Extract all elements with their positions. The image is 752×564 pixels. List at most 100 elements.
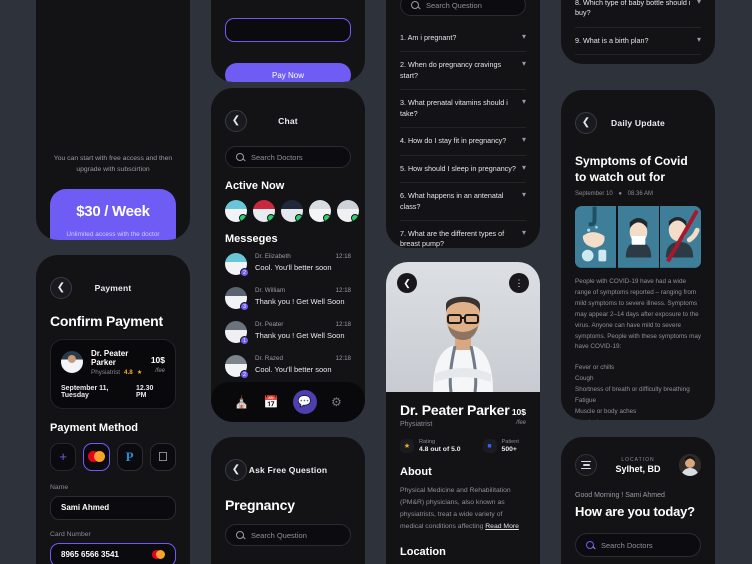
active-avatar[interactable] — [253, 200, 275, 222]
doctor-name: Dr. Peater Parker — [400, 402, 510, 418]
symptom-item: Fatigue — [575, 397, 597, 405]
appointment-price: 10$ — [150, 355, 165, 366]
patient-icon: ■ — [482, 439, 497, 453]
read-more-link[interactable]: Read More — [485, 523, 519, 530]
illustration-avoid-touch-face: Avoid touching your face — [660, 206, 701, 269]
pay-now-button[interactable]: Pay Now — [225, 63, 351, 82]
screen-home: LOCATION Sylhet, BD Good Morning ! Sami … — [561, 437, 715, 564]
message-list-item[interactable]: 1 Dr. Peater Thank you ! Get Well Soon 1… — [211, 315, 365, 349]
payment-method-apple-pay[interactable]:  — [149, 442, 176, 471]
screen-payment: ❮ Payment Confirm Payment Dr. Peater Par… — [36, 255, 190, 564]
payment-method-paypal[interactable]: P — [116, 442, 143, 471]
faq-item[interactable]: 5. How should I sleep in pregnancy? ▾ — [400, 156, 526, 184]
faq-item[interactable]: 9. What is a birth plan? ▾ — [575, 28, 701, 56]
consultation-price-unit: /fee — [515, 420, 526, 426]
faq-item[interactable]: 1. Am i pregnant? ▾ — [225, 555, 351, 564]
location-heading: Location — [400, 545, 446, 558]
calendar-icon[interactable]: 📅 — [263, 396, 278, 408]
symptom-item: Muscle or body aches — [575, 408, 637, 416]
search-question-input[interactable]: Search Question — [225, 524, 351, 546]
back-icon[interactable]: ❮ — [575, 112, 597, 134]
stat-label: Patient — [501, 439, 519, 445]
back-icon[interactable]: ❮ — [50, 277, 72, 299]
faq-question: 6. What happens in an antenatal class? — [400, 191, 504, 211]
chevron-down-icon[interactable]: ▾ — [522, 228, 526, 237]
message-sender: Dr. Elizabeth — [255, 253, 291, 260]
star-icon: ★ — [136, 369, 143, 376]
active-avatar[interactable] — [225, 200, 247, 222]
article-date: September 10 — [575, 191, 613, 198]
illustration-wash-hands: Wash your hands — [575, 206, 616, 269]
apple-icon:  — [158, 450, 168, 463]
message-sender: Dr. Razed — [255, 355, 283, 362]
article-illustration: Wash your hands Use a tissue for coughs — [575, 206, 701, 269]
chevron-down-icon[interactable]: ▾ — [522, 136, 526, 144]
home-icon[interactable]: ⛪ — [234, 396, 249, 408]
faq-question: 2. When do pregnancy cravings start? — [400, 60, 502, 80]
faq-question: 1. Am i pregnant? — [400, 33, 457, 42]
active-avatar[interactable] — [281, 200, 303, 222]
star-icon: ★ — [400, 439, 414, 453]
avatar[interactable] — [679, 454, 701, 476]
faq-item[interactable]: 8. Which type of baby bottle should i bu… — [575, 0, 701, 28]
ask-nav-bar: ❮ Ask Free Question — [211, 453, 365, 487]
back-icon[interactable]: ❮ — [397, 273, 417, 293]
location-city[interactable]: Sylhet, BD — [597, 464, 679, 474]
message-preview: Thank you ! Get Well Soon — [255, 297, 345, 306]
unread-badge: 3 — [240, 302, 249, 311]
subscription-intro: You can start with free access and then … — [53, 155, 173, 173]
search-doctors-input[interactable]: Search Doctors — [225, 146, 351, 168]
search-icon — [236, 153, 244, 161]
faq-item[interactable]: 4. How do I stay fit in pregnancy? ▾ — [400, 128, 526, 156]
chevron-down-icon[interactable]: ▾ — [697, 0, 701, 6]
symptom-item: Fever or chills — [575, 364, 615, 372]
appointment-summary-card: Dr. Peater Parker Physiatrist 4.8 ★ 10$ … — [50, 339, 176, 409]
stat-rating: ★ Rating 4.8 out of 5.0 — [400, 439, 461, 453]
search-placeholder: Search Doctors — [601, 540, 653, 550]
active-now-heading: Active Now — [225, 180, 285, 192]
message-list-item[interactable]: 2 Dr. Elizabeth Cool. You'll better soon… — [211, 247, 365, 281]
bottom-tab-bar: ⛪ 📅 💬 ⚙ — [211, 382, 365, 422]
article-meta: September 10 ● 08.36 AM — [575, 191, 654, 198]
more-options-icon[interactable]: ⋮ — [509, 273, 529, 293]
chevron-down-icon[interactable]: ▾ — [522, 33, 526, 41]
faq-item[interactable]: 1. Am i pregnant? ▾ — [400, 25, 526, 53]
chat-icon[interactable]: 💬 — [292, 390, 317, 414]
back-icon[interactable]: ❮ — [225, 110, 247, 132]
message-sender: Dr. William — [255, 287, 286, 294]
name-field[interactable]: Sami Ahmed — [50, 495, 176, 520]
unread-badge: 2 — [240, 370, 249, 379]
add-payment-method-button[interactable]: + — [50, 442, 77, 471]
chevron-down-icon[interactable]: ▾ — [697, 35, 701, 44]
message-list-item[interactable]: 3 Dr. William Thank you ! Get Well Soon … — [211, 281, 365, 315]
faq-item[interactable]: 2. When do pregnancy cravings start? ▾ — [400, 52, 526, 91]
screen-ask-free-question: ❮ Ask Free Question Pregnancy Search Que… — [211, 437, 365, 564]
faq-item[interactable]: 6. What happens in an antenatal class? ▾ — [400, 183, 526, 221]
paypal-icon: P — [125, 448, 134, 464]
search-doctors-input[interactable]: Search Doctors — [575, 533, 701, 557]
card-number-field[interactable]: 8965 6566 3541 — [50, 542, 176, 564]
settings-icon[interactable]: ⚙ — [331, 396, 342, 408]
active-avatar[interactable] — [337, 200, 359, 222]
faq-item[interactable]: 7. What are the different types of breas… — [400, 221, 526, 248]
stat-value: 4.8 out of 5.0 — [419, 446, 461, 453]
payment-method-mastercard[interactable] — [83, 442, 110, 471]
chevron-down-icon[interactable]: ▾ — [522, 60, 526, 68]
chevron-down-icon[interactable]: ▾ — [522, 163, 526, 172]
active-avatar[interactable] — [309, 200, 331, 222]
stat-patient: ■ Patient 500+ — [482, 439, 519, 453]
plan-price: $30 / Week — [76, 203, 150, 221]
chevron-down-icon[interactable]: ▾ — [522, 191, 526, 199]
menu-icon[interactable] — [575, 454, 597, 476]
faq-item[interactable]: 3. What prenatal vitamins should i take?… — [400, 90, 526, 129]
message-time: 12:18 — [335, 355, 351, 362]
message-preview: Cool. You'll better soon — [255, 263, 332, 272]
card-number-field[interactable]: x — [225, 18, 351, 42]
search-question-input[interactable]: Search Question — [400, 0, 526, 16]
faq-question: 8. Which type of baby bottle should i bu… — [575, 0, 691, 18]
plan-card-weekly[interactable]: $30 / Week Unlimited access with the doc… — [50, 189, 176, 240]
screen-daily-update: ❮ Daily Update Symptoms of Covid to watc… — [561, 90, 715, 420]
back-icon[interactable]: ❮ — [225, 459, 247, 481]
chevron-down-icon[interactable]: ▾ — [522, 98, 526, 106]
message-list-item[interactable]: 2 Dr. Razed Cool. You'll better soon 12:… — [211, 349, 365, 383]
